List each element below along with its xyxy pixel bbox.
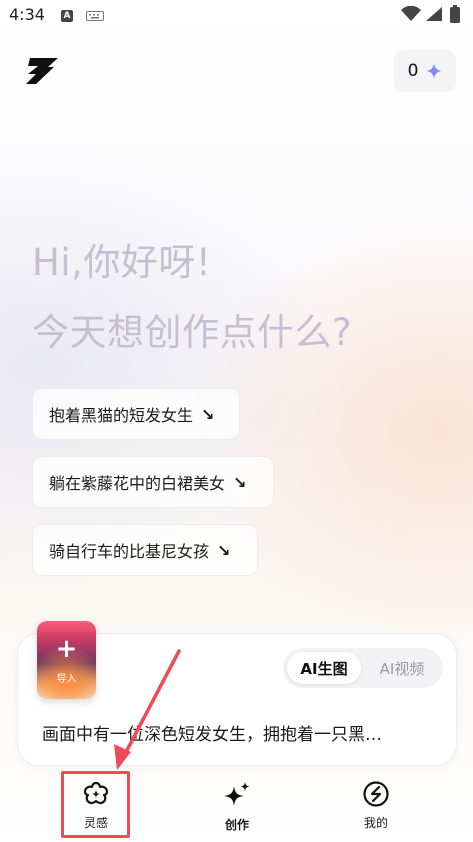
arrow-down-right-icon: ↘ bbox=[201, 404, 215, 424]
app-logo-icon bbox=[26, 58, 58, 84]
nav-profile[interactable]: 我的 bbox=[340, 780, 412, 831]
suggestion-chip[interactable]: 骑自行车的比基尼女孩 ↘ bbox=[32, 524, 258, 576]
keyboard-icon bbox=[86, 11, 104, 21]
greeting-subtitle: 今天想创作点什么? bbox=[32, 311, 353, 354]
nav-label: 创作 bbox=[224, 818, 249, 832]
mode-ai-video[interactable]: AI视频 bbox=[365, 652, 439, 684]
status-bar: 4:34 A bbox=[0, 0, 473, 34]
greeting-title: Hi,你好呀! bbox=[32, 241, 212, 284]
signal-icon bbox=[426, 7, 442, 21]
suggestion-chip[interactable]: 抱着黑猫的短发女生 ↘ bbox=[32, 388, 240, 440]
suggestion-label: 骑自行车的比基尼女孩 bbox=[49, 542, 210, 561]
mode-switch: AI生图 AI视频 bbox=[283, 648, 443, 688]
nav-label: 我的 bbox=[363, 816, 388, 830]
annotation-highlight-box bbox=[61, 771, 130, 838]
prompt-input[interactable]: 画面中有一位深色短发女生，拥抱着一只黑… bbox=[42, 720, 434, 745]
battery-icon bbox=[450, 5, 460, 23]
import-label: 导入 bbox=[56, 673, 77, 685]
mode-ai-image[interactable]: AI生图 bbox=[287, 652, 361, 684]
notification-a-icon: A bbox=[61, 10, 73, 22]
suggestion-label: 抱着黑猫的短发女生 bbox=[49, 406, 194, 425]
sparkle-credit-icon bbox=[426, 63, 443, 79]
nav-create[interactable]: 创作 bbox=[201, 780, 273, 833]
wifi-icon bbox=[401, 6, 421, 21]
suggestion-label: 躺在紫藤花中的白裙美女 bbox=[49, 474, 226, 493]
credits-button[interactable]: 0 bbox=[394, 50, 456, 92]
arrow-down-right-icon: ↘ bbox=[217, 540, 231, 560]
import-image-button[interactable]: + 导入 bbox=[37, 621, 96, 699]
credits-count: 0 bbox=[407, 61, 419, 81]
status-time: 4:34 bbox=[9, 5, 45, 24]
profile-icon bbox=[363, 781, 389, 807]
suggestion-chip[interactable]: 躺在紫藤花中的白裙美女 ↘ bbox=[32, 456, 274, 508]
sparkle-icon bbox=[224, 782, 250, 806]
plus-icon: + bbox=[55, 633, 78, 664]
arrow-down-right-icon: ↘ bbox=[233, 472, 247, 492]
